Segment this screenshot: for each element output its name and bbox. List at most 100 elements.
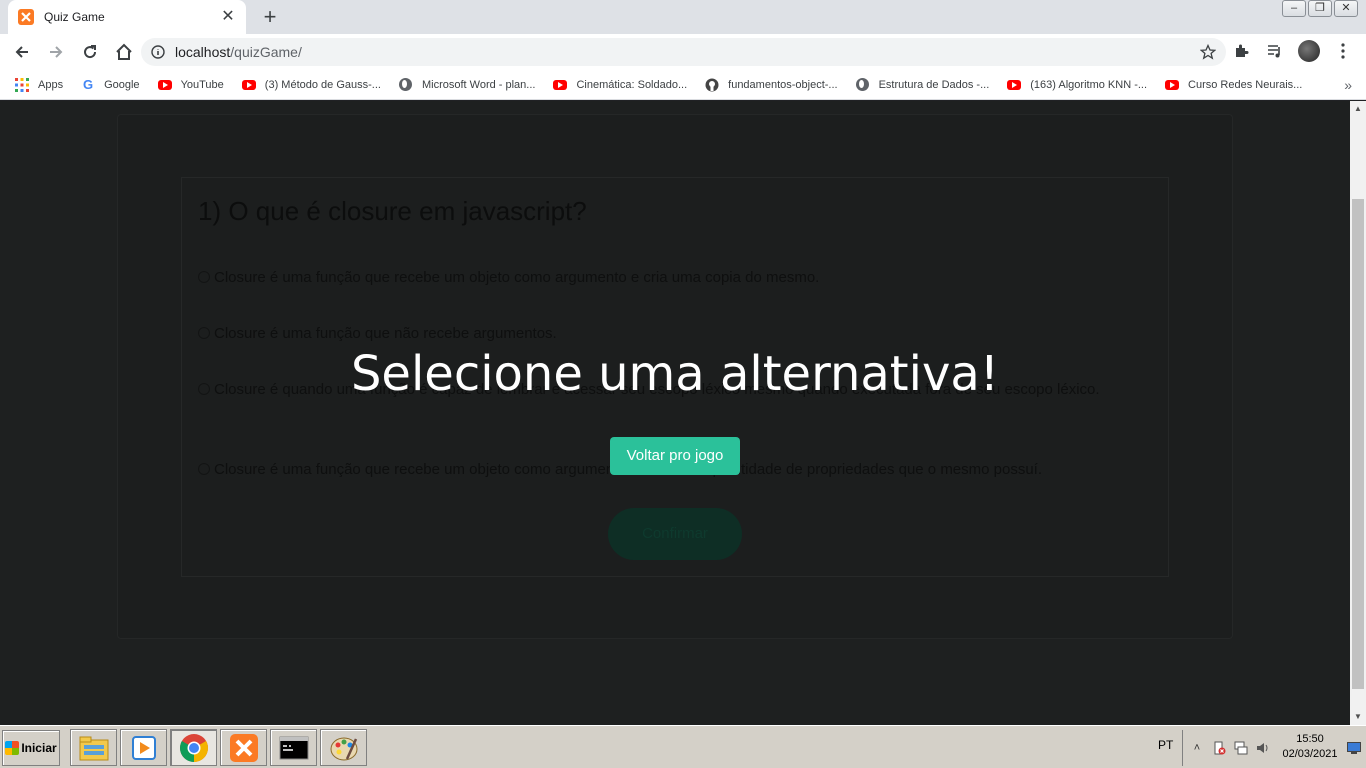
youtube-icon (1164, 77, 1180, 93)
windows-logo-icon (5, 741, 20, 755)
globe-icon (398, 77, 414, 93)
radio-button[interactable] (198, 271, 210, 283)
clock[interactable]: 15:50 02/03/2021 (1272, 732, 1348, 762)
bookmark-label: Estrutura de Dados -... (878, 78, 990, 91)
tab-title: Quiz Game (44, 10, 105, 24)
taskbar-explorer[interactable] (70, 729, 117, 766)
bookmark-redes-neurais[interactable]: Curso Redes Neurais... (1164, 77, 1302, 93)
tab-quiz-game[interactable]: Quiz Game ✕ (8, 0, 246, 34)
taskbar-xampp[interactable] (220, 729, 267, 766)
bookmark-google[interactable]: G Google (80, 77, 140, 93)
option-2[interactable]: Closure é uma função que não recebe argu… (198, 322, 1158, 346)
bookmark-algoritmo-knn[interactable]: (163) Algoritmo KNN -... (1006, 77, 1147, 93)
youtube-icon (241, 77, 257, 93)
extensions-button[interactable] (1226, 36, 1256, 66)
folder-icon (79, 736, 108, 760)
bookmark-fundamentos-object[interactable]: fundamentos-object-... (704, 77, 838, 93)
option-label: Closure é uma função que recebe um objet… (214, 269, 820, 286)
chevron-right-icon[interactable]: » (1344, 77, 1352, 93)
youtube-icon (157, 77, 173, 93)
modal-title: Selecione uma alternativa! (350, 346, 1000, 402)
clock-date: 02/03/2021 (1282, 748, 1338, 760)
bookmark-label: (163) Algoritmo KNN -... (1030, 78, 1148, 91)
back-to-game-button[interactable]: Voltar pro jogo (610, 437, 740, 475)
forward-button[interactable] (40, 36, 72, 68)
globe-icon (855, 77, 871, 93)
start-label: Iniciar (21, 741, 57, 755)
info-icon[interactable] (151, 45, 165, 59)
xampp-icon (18, 9, 34, 25)
bookmark-label: Google (104, 78, 140, 91)
terminal-icon (279, 736, 308, 759)
scrollbar-thumb[interactable] (1352, 199, 1364, 689)
taskbar-paint[interactable] (320, 729, 367, 766)
language-indicator[interactable]: PT (1158, 738, 1173, 752)
action-center-icon[interactable] (1211, 740, 1227, 756)
back-button[interactable] (6, 36, 38, 68)
taskbar-command-prompt[interactable] (270, 729, 317, 766)
scroll-up-icon[interactable]: ▲ (1350, 101, 1366, 117)
media-control-button[interactable] (1260, 36, 1290, 66)
menu-button[interactable] (1328, 36, 1358, 66)
url-text[interactable]: localhost/quizGame/ (175, 44, 1200, 60)
bookmark-label: Microsoft Word - plan... (421, 78, 536, 91)
window-controls: – ❐ ✕ (1282, 0, 1358, 17)
scroll-down-icon[interactable]: ▼ (1350, 709, 1366, 725)
tab-close-icon[interactable]: ✕ (220, 9, 236, 25)
bookmark-label: Cinemática: Soldado... (576, 78, 688, 91)
paint-palette-icon (330, 737, 357, 760)
xampp-icon (229, 733, 258, 762)
volume-icon[interactable] (1255, 740, 1271, 756)
bookmark-label: Curso Redes Neurais... (1188, 78, 1303, 91)
playlist-icon (1268, 45, 1280, 58)
bookmark-metodo-gauss[interactable]: (3) Método de Gauss-... (241, 77, 381, 93)
option-1[interactable]: Closure é uma função que recebe um objet… (198, 266, 1158, 290)
puzzle-icon (1236, 44, 1249, 57)
arrow-right-icon (50, 46, 63, 58)
more-vert-icon (1341, 43, 1345, 59)
clock-time: 15:50 (1296, 733, 1324, 745)
minimize-button[interactable]: – (1282, 0, 1306, 17)
page-viewport: 1) O que é closure em javascript? Closur… (0, 101, 1350, 725)
radio-button[interactable] (198, 463, 210, 475)
browser-toolbar: localhost/quizGame/ (0, 34, 1366, 70)
avatar (1298, 40, 1320, 62)
question-title: 1) O que é closure em javascript? (198, 196, 587, 226)
address-bar[interactable]: localhost/quizGame/ (141, 38, 1226, 66)
network-icon[interactable] (1233, 740, 1249, 756)
taskbar-media-player[interactable] (120, 729, 167, 766)
bookmark-microsoft-word[interactable]: Microsoft Word - plan... (398, 77, 536, 93)
bookmark-apps[interactable]: Apps (14, 77, 63, 93)
restore-button[interactable]: ❐ (1308, 0, 1332, 17)
chrome-icon (179, 733, 208, 762)
chevron-up-icon[interactable]: ˄ (1189, 740, 1205, 756)
start-button[interactable]: Iniciar (2, 730, 60, 766)
new-tab-button[interactable]: + (256, 4, 284, 30)
youtube-icon (1006, 77, 1022, 93)
reload-button[interactable] (74, 36, 106, 68)
bookmark-youtube[interactable]: YouTube (157, 77, 224, 93)
apps-grid-icon (14, 77, 30, 93)
bookmark-label: Apps (38, 78, 64, 91)
show-desktop-icon[interactable] (1347, 741, 1361, 759)
arrow-left-icon (15, 46, 28, 58)
confirm-button[interactable]: Confirmar (608, 508, 742, 560)
home-button[interactable] (108, 36, 140, 68)
reload-icon (84, 45, 97, 59)
bookmark-cinematica[interactable]: Cinemática: Soldado... (552, 77, 687, 93)
bookmark-estrutura-dados[interactable]: Estrutura de Dados -... (855, 77, 990, 93)
bookmark-label: (3) Método de Gauss-... (264, 78, 381, 91)
close-window-button[interactable]: ✕ (1334, 0, 1358, 17)
toolbar-actions (1226, 36, 1358, 66)
bookmark-star-icon[interactable] (1200, 44, 1216, 60)
url-host: localhost (175, 44, 231, 60)
profile-button[interactable] (1294, 36, 1324, 66)
url-path: /quizGame/ (230, 44, 302, 60)
google-icon: G (83, 77, 94, 92)
home-icon (116, 43, 132, 60)
page-scrollbar[interactable]: ▲ ▼ (1350, 101, 1366, 725)
option-label: Closure é uma função que não recebe argu… (214, 325, 557, 342)
bookmarks-bar: Apps G Google YouTube (3) Método de Gaus… (0, 70, 1366, 100)
radio-button[interactable] (198, 327, 210, 339)
taskbar-chrome[interactable] (170, 729, 217, 766)
